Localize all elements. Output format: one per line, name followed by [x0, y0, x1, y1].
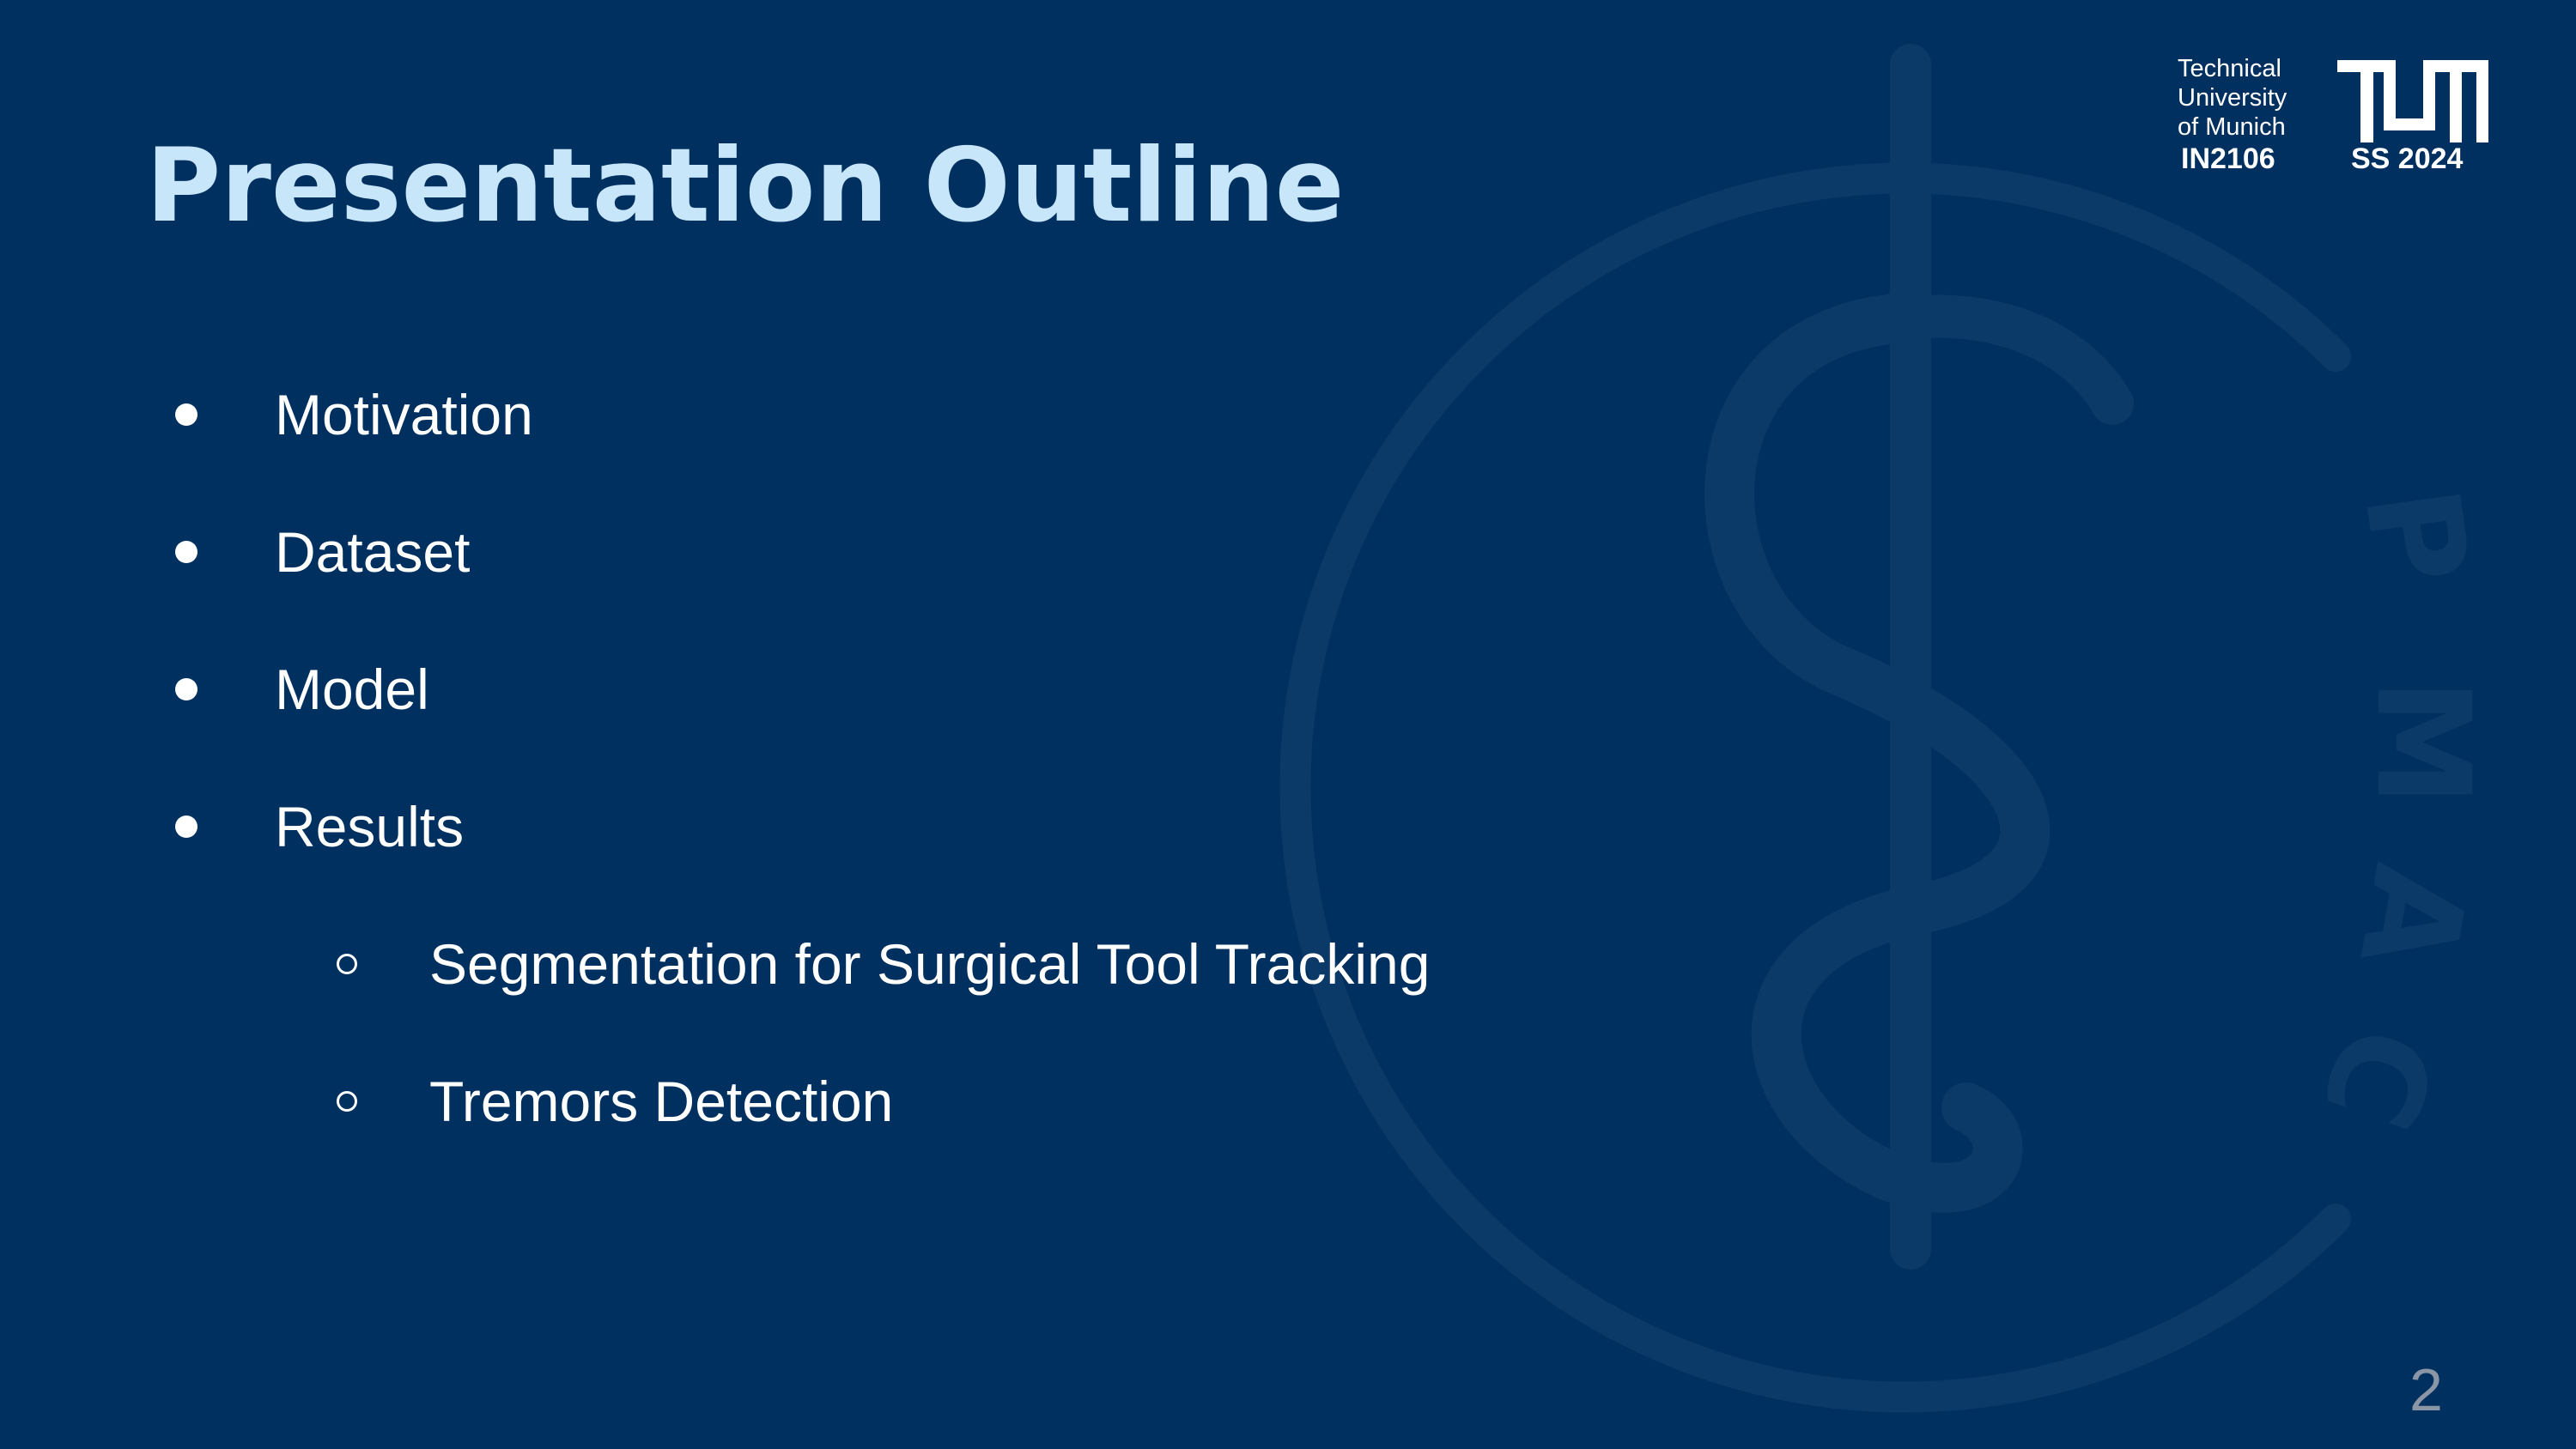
bullet-icon [175, 678, 197, 700]
slide: P M A C Presentation Outline Motivation … [0, 0, 2576, 1449]
outline-subitem-label: Tremors Detection [429, 1070, 894, 1133]
camp-watermark-logo: P M A C [1279, 44, 2497, 1413]
bullet-icon [175, 403, 197, 426]
watermark-letter-p: P [2335, 479, 2496, 593]
outline-subitem-label: Segmentation for Surgical Tool Tracking [429, 932, 1431, 996]
bullet-icon [175, 815, 197, 838]
outline-item-label: Motivation [275, 383, 533, 446]
bullet-icon [175, 541, 197, 563]
page-number: 2 [2409, 1356, 2443, 1423]
university-name-line: Technical [2178, 55, 2281, 82]
outline-item-label: Model [275, 658, 429, 721]
watermark-serpent [1704, 293, 2050, 1213]
university-header: Technical University of Munich IN2106 SS… [2172, 55, 2516, 184]
hollow-bullet-icon [337, 954, 357, 974]
tum-logo-icon [2337, 60, 2488, 142]
course-code: IN2106 [2181, 142, 2275, 175]
watermark-letter-m: M [2348, 678, 2497, 806]
outline-item-label: Dataset [275, 520, 471, 584]
slide-title: Presentation Outline [146, 127, 1345, 246]
watermark-serpent-head [1889, 294, 2134, 425]
outline-item-label: Results [275, 795, 465, 858]
watermark-letter-c: C [2292, 1008, 2464, 1148]
university-name-line: of Munich [2178, 113, 2286, 141]
semester-label: SS 2024 [2351, 142, 2464, 175]
watermark-letter-a: A [2330, 855, 2495, 979]
university-name-line: University [2178, 84, 2287, 112]
hollow-bullet-icon [337, 1091, 357, 1112]
